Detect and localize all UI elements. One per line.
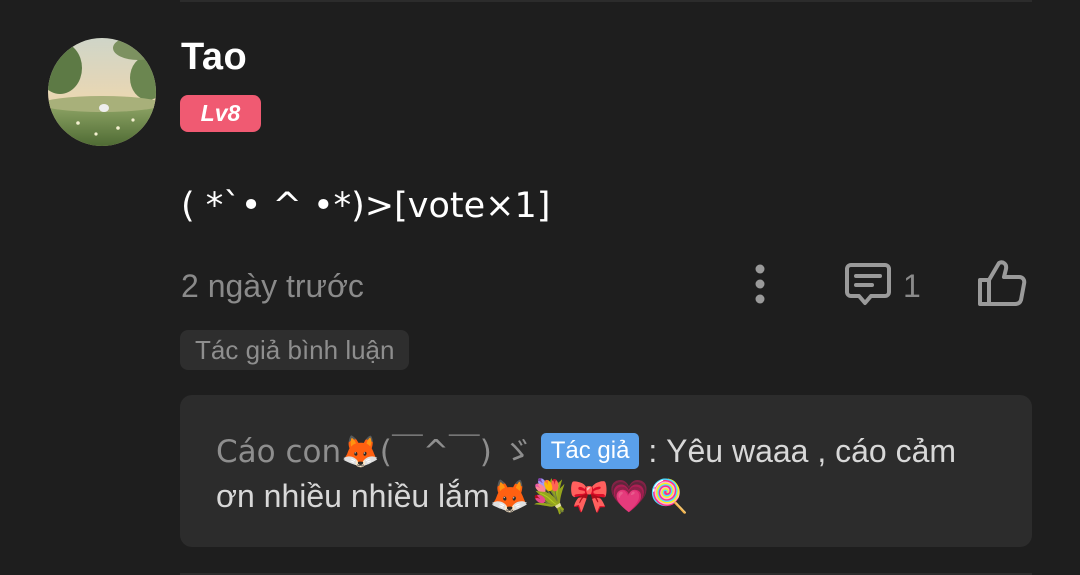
username[interactable]: Tao bbox=[181, 36, 247, 79]
top-divider bbox=[180, 0, 1032, 2]
author-badge: Tác giả bbox=[540, 433, 640, 469]
more-vertical-icon[interactable] bbox=[740, 262, 780, 306]
author-comment-tag: Tác giả bình luận bbox=[180, 330, 410, 370]
comment-icon[interactable] bbox=[843, 260, 893, 308]
comment-text: ( *`• ^ •*)>[vote×1] bbox=[181, 186, 551, 226]
timestamp: 2 ngày trước bbox=[181, 268, 364, 304]
reply-box[interactable]: Cáo con🦊(￣^￣) ゞ Tác giả : Yêu waaa , cáo … bbox=[180, 395, 1032, 547]
avatar[interactable] bbox=[48, 38, 156, 146]
reply-separator: : bbox=[639, 433, 667, 469]
thumbs-up-icon[interactable] bbox=[976, 258, 1028, 308]
level-badge: Lv8 bbox=[180, 95, 261, 132]
reply-count: 1 bbox=[903, 268, 921, 304]
reply-author-name[interactable]: Cáo con🦊(￣^￣) ゞ bbox=[216, 434, 533, 470]
